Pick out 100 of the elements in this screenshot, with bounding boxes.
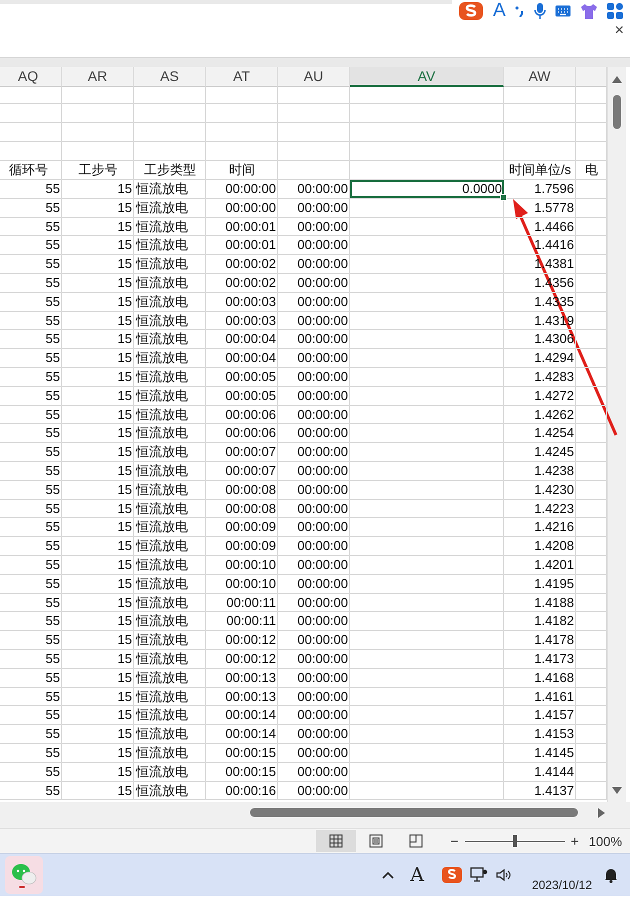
table-cell: 00:00:00 xyxy=(297,670,348,685)
table-cell: 00:00:00 xyxy=(297,632,348,648)
table-cell: 00:00:00 xyxy=(297,538,348,554)
table-cell: 1.4201 xyxy=(534,556,574,572)
table-cell: 1.4182 xyxy=(534,613,574,628)
table-cell: 00:00:00 xyxy=(297,462,348,478)
table-cell: 00:00:01 xyxy=(225,218,276,234)
column-header[interactable]: AQ xyxy=(0,67,62,87)
input-method-label[interactable]: A xyxy=(410,864,424,886)
table-cell: 55 xyxy=(46,200,60,215)
header-cell: 工步类型 xyxy=(144,162,196,177)
close-button[interactable]: × xyxy=(614,23,624,39)
table-cell: 55 xyxy=(46,331,60,346)
table-cell: 15 xyxy=(118,200,132,215)
table-cell: 00:00:00 xyxy=(297,444,348,460)
column-header[interactable]: AR xyxy=(62,67,134,87)
table-cell: 1.7596 xyxy=(534,181,574,196)
table-cell: 00:00:00 xyxy=(297,425,348,440)
table-cell: 00:00:10 xyxy=(225,576,276,591)
table-cell: 1.4195 xyxy=(534,576,574,591)
table-cell: 00:00:00 xyxy=(297,707,348,722)
table-cell: 恒流放电 xyxy=(136,556,188,572)
column-header[interactable]: AS xyxy=(134,67,206,87)
shirt-icon[interactable] xyxy=(580,2,598,20)
slider-thumb[interactable] xyxy=(512,835,517,847)
scroll-down-icon[interactable] xyxy=(612,787,622,794)
table-cell: 恒流放电 xyxy=(136,406,188,422)
table-cell: 1.4262 xyxy=(534,406,574,422)
table-cell: 恒流放电 xyxy=(136,782,188,798)
table-cell: 00:00:14 xyxy=(225,726,276,742)
network-icon[interactable] xyxy=(470,867,488,883)
table-cell: 00:00:11 xyxy=(226,594,276,610)
speaker-icon[interactable] xyxy=(496,868,512,882)
table-cell: 00:00:08 xyxy=(225,500,276,516)
table-cell: 00:00:00 xyxy=(297,744,348,760)
table-cell: 1.4306 xyxy=(534,331,574,346)
table-cell: 15 xyxy=(118,576,132,591)
scrollbar-thumb[interactable] xyxy=(250,808,578,817)
keyboard-icon[interactable] xyxy=(554,5,571,17)
table-cell: 00:00:12 xyxy=(225,632,276,648)
table-cell: 55 xyxy=(46,462,60,478)
zoom-out-button[interactable]: − xyxy=(450,833,459,849)
table-cell: 15 xyxy=(118,388,132,403)
column-header[interactable]: AV xyxy=(350,67,504,87)
column-header[interactable]: AW xyxy=(504,67,576,87)
table-cell: 00:00:00 xyxy=(297,764,348,779)
table-cell: 00:00:00 xyxy=(297,594,348,610)
microphone-icon[interactable] xyxy=(534,2,546,20)
table-cell: 恒流放电 xyxy=(136,576,188,591)
table-cell: 15 xyxy=(118,312,132,328)
table-cell: 00:00:00 xyxy=(297,726,348,742)
table-cell: 00:00:10 xyxy=(225,556,276,572)
table-cell: 15 xyxy=(118,482,132,497)
column-header[interactable]: AU xyxy=(278,67,350,87)
table-cell: 00:00:11 xyxy=(226,613,276,628)
table-cell: 55 xyxy=(46,256,60,272)
sogou-logo-icon[interactable] xyxy=(458,1,484,21)
table-cell: 恒流放电 xyxy=(136,444,188,460)
chevron-up-icon[interactable] xyxy=(382,871,394,879)
table-cell: 55 xyxy=(46,782,60,798)
table-cell: 00:00:02 xyxy=(225,256,276,272)
table-cell: 00:00:06 xyxy=(225,425,276,440)
column-header[interactable]: AT xyxy=(206,67,278,87)
table-cell: 00:00:14 xyxy=(225,707,276,722)
table-cell: 00:00:00 xyxy=(297,237,348,252)
table-cell: 00:00:00 xyxy=(297,312,348,328)
table-cell: 55 xyxy=(46,274,60,290)
table-cell: 00:00:00 xyxy=(297,294,348,309)
header-cell: 工步号 xyxy=(78,162,118,177)
table-cell: 1.4178 xyxy=(534,632,574,648)
table-cell: 15 xyxy=(118,462,132,478)
table-cell: 恒流放电 xyxy=(136,181,188,196)
view-button[interactable] xyxy=(316,830,356,852)
table-cell: 15 xyxy=(118,368,132,384)
table-cell: 1.4223 xyxy=(534,500,574,516)
table-cell: 1.4188 xyxy=(534,594,574,610)
table-cell: 00:00:13 xyxy=(225,670,276,685)
input-mode-label[interactable]: A xyxy=(493,1,506,21)
chat-bubbles-icon xyxy=(11,862,37,888)
sogou-logo-icon[interactable] xyxy=(442,866,462,884)
scrollbar-thumb[interactable] xyxy=(613,95,621,129)
table-cell: 恒流放电 xyxy=(136,312,188,328)
table-cell: 00:00:04 xyxy=(225,331,276,346)
table-cell: 15 xyxy=(118,764,132,779)
punctuation-icon[interactable] xyxy=(514,5,525,17)
table-cell: 15 xyxy=(118,650,132,666)
table-cell: 15 xyxy=(118,444,132,460)
table-cell: 15 xyxy=(118,406,132,422)
bell-icon[interactable] xyxy=(604,867,618,883)
grid-apps-icon[interactable] xyxy=(606,3,623,19)
table-cell: 00:00:00 xyxy=(297,688,348,704)
table-cell: 1.4283 xyxy=(534,368,574,384)
scroll-up-icon[interactable] xyxy=(612,76,622,83)
table-cell: 55 xyxy=(46,350,60,366)
table-cell: 15 xyxy=(118,294,132,309)
active-cell[interactable]: 0.0000 xyxy=(350,180,504,198)
scroll-right-icon[interactable] xyxy=(598,808,605,818)
table-cell: 00:00:00 xyxy=(297,406,348,422)
table-cell: 00:00:00 xyxy=(297,556,348,572)
zoom-in-button[interactable]: + xyxy=(570,833,579,849)
